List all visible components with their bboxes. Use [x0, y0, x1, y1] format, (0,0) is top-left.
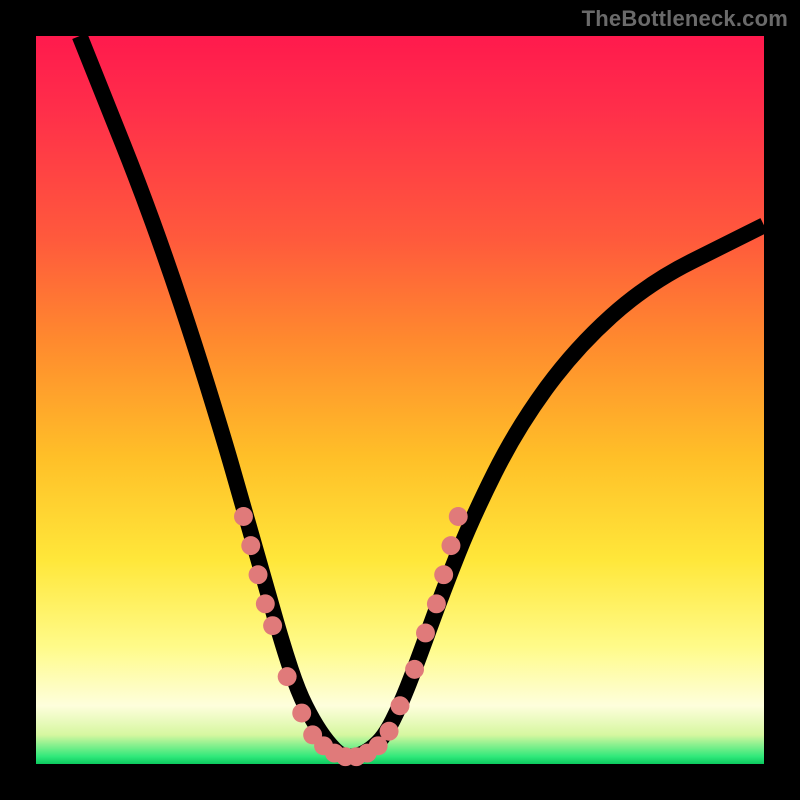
marker-dot	[449, 507, 468, 526]
marker-dot	[256, 594, 275, 613]
marker-dots-group	[234, 507, 468, 766]
marker-dot	[441, 536, 460, 555]
chart-svg	[36, 36, 764, 764]
marker-dot	[391, 696, 410, 715]
marker-dot	[241, 536, 260, 555]
marker-dot	[405, 660, 424, 679]
marker-dot	[292, 704, 311, 723]
marker-dot	[380, 722, 399, 741]
marker-dot	[234, 507, 253, 526]
marker-dot	[427, 594, 446, 613]
marker-dot	[416, 623, 435, 642]
marker-dot	[263, 616, 282, 635]
marker-dot	[249, 565, 268, 584]
marker-dot	[278, 667, 297, 686]
bottleneck-curve-line	[80, 36, 764, 757]
marker-dot	[434, 565, 453, 584]
watermark-text: TheBottleneck.com	[582, 6, 788, 32]
chart-frame: TheBottleneck.com	[0, 0, 800, 800]
